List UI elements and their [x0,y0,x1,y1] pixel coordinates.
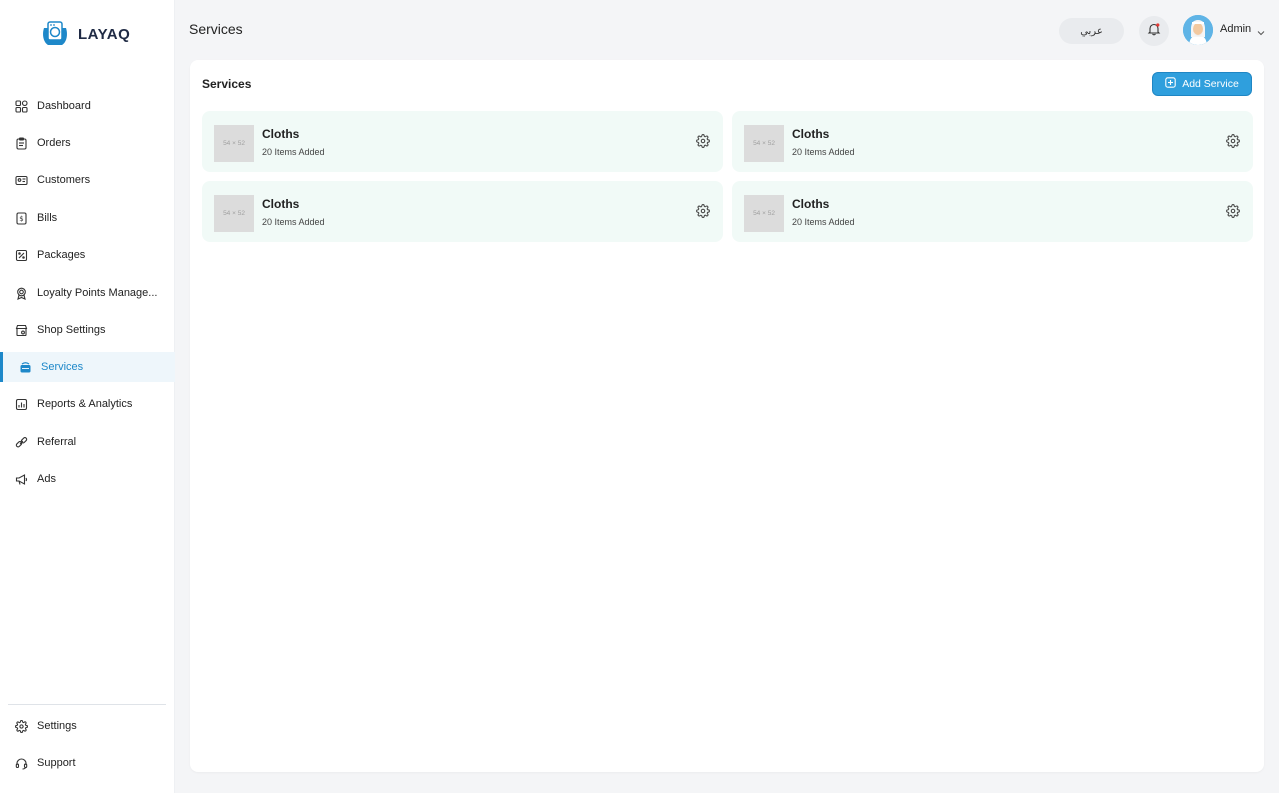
sidebar-item-support[interactable]: Support [0,748,175,778]
sidebar-item-customers[interactable]: Customers [0,165,175,195]
sidebar-item-ads[interactable]: Ads [0,464,175,494]
sidebar-item-label: Loyalty Points Manage... [37,287,158,299]
link-icon [14,435,28,449]
service-name: Cloths [262,127,300,141]
sidebar-item-reports[interactable]: Reports & Analytics [0,389,175,419]
store-icon [14,323,28,337]
sidebar-item-label: Support [37,757,76,769]
grid-icon [14,99,28,113]
sidebar-item-label: Settings [37,720,77,732]
service-thumbnail: 54 × 52 [214,195,254,232]
clipboard-icon [14,136,28,150]
sidebar-item-referral[interactable]: Referral [0,427,175,457]
service-thumbnail: 54 × 52 [744,125,784,162]
percent-box-icon [14,248,28,262]
gear-icon[interactable] [1226,134,1240,148]
sidebar-item-orders[interactable]: Orders [0,128,175,158]
sidebar-item-label: Services [41,361,84,373]
service-item-count: 20 Items Added [262,217,325,227]
service-item-count: 20 Items Added [792,147,855,157]
plus-square-icon [1165,77,1176,91]
sidebar-item-shop-settings[interactable]: Shop Settings [0,315,175,345]
washing-machine-logo-icon [40,20,70,48]
add-service-button[interactable]: Add Service [1152,72,1252,96]
section-title: Services [202,77,252,91]
service-item-count: 20 Items Added [792,217,855,227]
service-card[interactable]: 54 × 52 Cloths 20 Items Added [202,111,723,172]
gear-icon[interactable] [1226,204,1240,218]
sidebar-item-label: Reports & Analytics [37,398,133,410]
sidebar-item-label: Customers [37,174,91,186]
sidebar-item-loyalty-points[interactable]: Loyalty Points Manage... [0,278,175,308]
service-thumbnail: 54 × 52 [214,125,254,162]
sidebar-item-label: Ads [37,473,56,485]
headset-icon [14,756,28,770]
add-service-label: Add Service [1182,78,1239,90]
service-name: Cloths [792,197,830,211]
language-toggle-button[interactable]: عربي [1059,18,1124,44]
sidebar-item-settings[interactable]: Settings [0,711,175,741]
sidebar: LAYAQ Dashboard Orders Customers $ Bills… [0,0,175,793]
svg-text:$: $ [19,215,23,223]
service-thumbnail: 54 × 52 [744,195,784,232]
top-bar: Services عربي Admin [175,0,1279,60]
service-card[interactable]: 54 × 52 Cloths 20 Items Added [732,111,1253,172]
basket-icon [18,360,32,374]
service-card[interactable]: 54 × 52 Cloths 20 Items Added [202,181,723,242]
service-item-count: 20 Items Added [262,147,325,157]
dollar-icon: $ [14,211,28,225]
service-name: Cloths [792,127,830,141]
chevron-down-icon[interactable] [1257,24,1267,36]
gear-icon[interactable] [696,134,710,148]
id-card-icon [14,173,28,187]
sidebar-item-label: Dashboard [37,100,91,112]
gear-icon[interactable] [696,204,710,218]
badge-icon [14,286,28,300]
logo[interactable]: LAYAQ [40,20,130,48]
sidebar-item-label: Bills [37,212,58,224]
sidebar-item-dashboard[interactable]: Dashboard [0,91,175,121]
bell-icon [1147,22,1161,41]
user-name[interactable]: Admin [1220,23,1251,35]
sidebar-item-label: Packages [37,249,86,261]
sidebar-divider [8,704,166,705]
megaphone-icon [14,472,28,486]
service-card[interactable]: 54 × 52 Cloths 20 Items Added [732,181,1253,242]
page-title: Services [189,21,243,37]
gear-icon [14,719,28,733]
sidebar-item-label: Referral [37,436,77,448]
brand-name: LAYAQ [78,25,131,43]
sidebar-item-label: Orders [37,137,71,149]
notifications-button[interactable] [1139,16,1169,46]
services-panel: Services Add Service 54 × 52 Cloths 20 I… [190,60,1264,772]
service-name: Cloths [262,197,300,211]
avatar[interactable] [1183,15,1213,45]
sidebar-item-packages[interactable]: Packages [0,240,175,270]
sidebar-item-bills[interactable]: $ Bills [0,203,175,233]
sidebar-item-label: Shop Settings [37,324,106,336]
sidebar-item-services[interactable]: Services [0,352,175,382]
chart-icon [14,397,28,411]
